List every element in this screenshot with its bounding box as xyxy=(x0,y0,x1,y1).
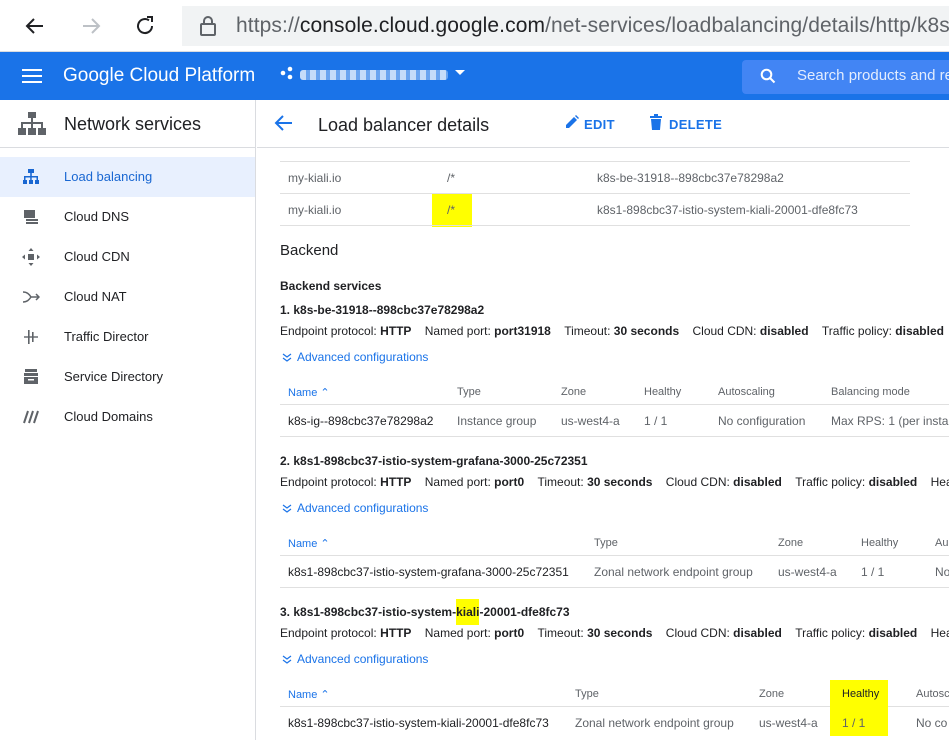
sidebar: Network services Load balancing Cloud DN… xyxy=(0,100,256,740)
backend-cell: k8s-be-31918--898cbc37e78298a2 xyxy=(597,171,784,185)
page-title: Load balancer details xyxy=(318,115,490,135)
table-divider xyxy=(280,161,910,162)
lock-icon xyxy=(194,12,222,40)
sidebar-item-label: Service Directory xyxy=(64,369,163,384)
double-chevron-down-icon[interactable] xyxy=(282,501,292,519)
edit-icon[interactable] xyxy=(564,114,580,135)
column-header-zone[interactable]: Zone xyxy=(778,537,803,549)
backend-service-title: 1. k8s-be-31918--898cbc37e78298a2 xyxy=(280,303,485,317)
backend-service-title: 3. k8s1-898cbc37-istio-system-kiali-2000… xyxy=(280,599,570,625)
double-chevron-down-icon[interactable] xyxy=(282,652,292,670)
column-header-autoscaling[interactable]: Autosc xyxy=(916,688,949,700)
sidebar-item-label: Traffic Director xyxy=(64,329,149,344)
column-header-zone[interactable]: Zone xyxy=(561,386,586,398)
table-divider xyxy=(280,436,949,437)
product-name[interactable]: Google Cloud Platform xyxy=(63,65,255,87)
load-balancing-icon xyxy=(22,169,40,185)
traffic-director-icon xyxy=(22,329,40,345)
sidebar-title: Network services xyxy=(64,114,202,134)
delete-button[interactable]: DELETE xyxy=(669,117,722,132)
table-divider xyxy=(280,706,830,707)
back-arrow-icon[interactable] xyxy=(21,12,49,40)
project-name-redacted xyxy=(300,69,448,80)
backend-cell: k8s1-898cbc37-istio-system-kiali-20001-d… xyxy=(597,203,858,217)
details-content: my-kiali.io /* k8s-be-31918--898cbc37e78… xyxy=(257,148,949,740)
nat-icon xyxy=(22,289,40,305)
sidebar-item-service-directory[interactable]: Service Directory xyxy=(0,357,255,397)
column-header-type[interactable]: Type xyxy=(575,688,599,700)
sidebar-item-label: Cloud CDN xyxy=(64,249,130,264)
column-header-type[interactable]: Type xyxy=(594,537,618,549)
sidebar-header: Network services xyxy=(0,100,256,148)
column-header-healthy[interactable]: Healthy xyxy=(861,537,898,549)
table-divider xyxy=(280,555,949,556)
service-directory-icon xyxy=(22,369,40,385)
backend-service-props: Endpoint protocol: HTTP Named port: port… xyxy=(280,626,949,640)
advanced-configurations-link[interactable]: Advanced configurations xyxy=(297,652,428,666)
edit-button[interactable]: EDIT xyxy=(584,117,615,132)
browser-toolbar: https://console.cloud.google.com/net-ser… xyxy=(0,0,949,52)
column-header-zone[interactable]: Zone xyxy=(759,688,784,700)
sidebar-item-cloud-nat[interactable]: Cloud NAT xyxy=(0,277,255,317)
backend-services-heading: Backend services xyxy=(280,279,382,293)
path-cell: /* xyxy=(447,171,456,185)
cdn-icon xyxy=(22,248,40,266)
table-divider xyxy=(280,225,910,226)
column-header-name[interactable]: Name ⌃ xyxy=(288,537,330,550)
page-header: Load balancer details EDIT DELETE xyxy=(257,100,949,148)
sidebar-item-label: Cloud Domains xyxy=(64,409,153,424)
column-header-autoscaling[interactable]: Autoscaling xyxy=(718,386,775,398)
sort-arrow-icon: ⌃ xyxy=(320,689,330,701)
search-placeholder: Search products and re xyxy=(797,67,949,84)
domains-icon xyxy=(22,409,40,425)
double-chevron-down-icon[interactable] xyxy=(282,350,292,368)
column-header-name[interactable]: Name ⌃ xyxy=(288,688,330,701)
table-divider xyxy=(280,587,949,588)
console-header: Google Cloud Platform Search products an… xyxy=(0,52,949,100)
advanced-configurations-link[interactable]: Advanced configurations xyxy=(297,350,428,364)
back-arrow-icon[interactable] xyxy=(273,112,295,139)
backend-service-title: 2. k8s1-898cbc37-istio-system-grafana-30… xyxy=(280,454,588,468)
table-divider xyxy=(280,193,910,194)
search-icon xyxy=(760,68,776,89)
dns-icon xyxy=(22,209,40,225)
reload-icon[interactable] xyxy=(131,12,159,40)
column-header-type[interactable]: Type xyxy=(457,386,481,398)
project-dots-icon xyxy=(280,66,293,80)
column-header-healthy[interactable]: Healthy xyxy=(842,688,879,700)
sidebar-item-label: Cloud DNS xyxy=(64,209,130,224)
path-cell: /* xyxy=(447,203,456,217)
forward-arrow-icon[interactable] xyxy=(77,12,105,40)
sidebar-item-load-balancing[interactable]: Load balancing xyxy=(0,157,255,197)
project-selector[interactable] xyxy=(280,66,466,80)
backend-heading: Backend xyxy=(280,242,339,259)
host-cell: my-kiali.io xyxy=(288,171,342,185)
backend-service-props: Endpoint protocol: HTTP Named port: port… xyxy=(280,475,949,489)
menu-icon[interactable] xyxy=(22,68,42,89)
column-header-name[interactable]: Name ⌃ xyxy=(288,386,330,399)
host-cell: my-kiali.io xyxy=(288,203,342,217)
network-services-icon xyxy=(18,112,46,141)
highlight-marker: kiali xyxy=(456,599,480,625)
sidebar-item-traffic-director[interactable]: Traffic Director xyxy=(0,317,255,357)
column-header-balancing-mode[interactable]: Balancing mode xyxy=(831,386,910,398)
sort-arrow-icon: ⌃ xyxy=(320,387,330,399)
sort-arrow-icon: ⌃ xyxy=(320,538,330,550)
table-divider xyxy=(280,404,949,405)
dropdown-caret-icon xyxy=(455,70,465,75)
sidebar-item-cloud-domains[interactable]: Cloud Domains xyxy=(0,397,255,437)
sidebar-item-label: Load balancing xyxy=(64,169,153,184)
sidebar-item-label: Cloud NAT xyxy=(64,289,127,304)
column-header-autoscaling[interactable]: Au xyxy=(935,537,948,549)
delete-icon[interactable] xyxy=(649,114,663,135)
url-text[interactable]: https://console.cloud.google.com/net-ser… xyxy=(236,14,949,38)
advanced-configurations-link[interactable]: Advanced configurations xyxy=(297,501,428,515)
sidebar-item-cloud-dns[interactable]: Cloud DNS xyxy=(0,197,255,237)
sidebar-item-cloud-cdn[interactable]: Cloud CDN xyxy=(0,237,255,277)
backend-service-props: Endpoint protocol: HTTP Named port: port… xyxy=(280,324,944,338)
column-header-healthy[interactable]: Healthy xyxy=(644,386,681,398)
table-divider xyxy=(888,706,949,707)
